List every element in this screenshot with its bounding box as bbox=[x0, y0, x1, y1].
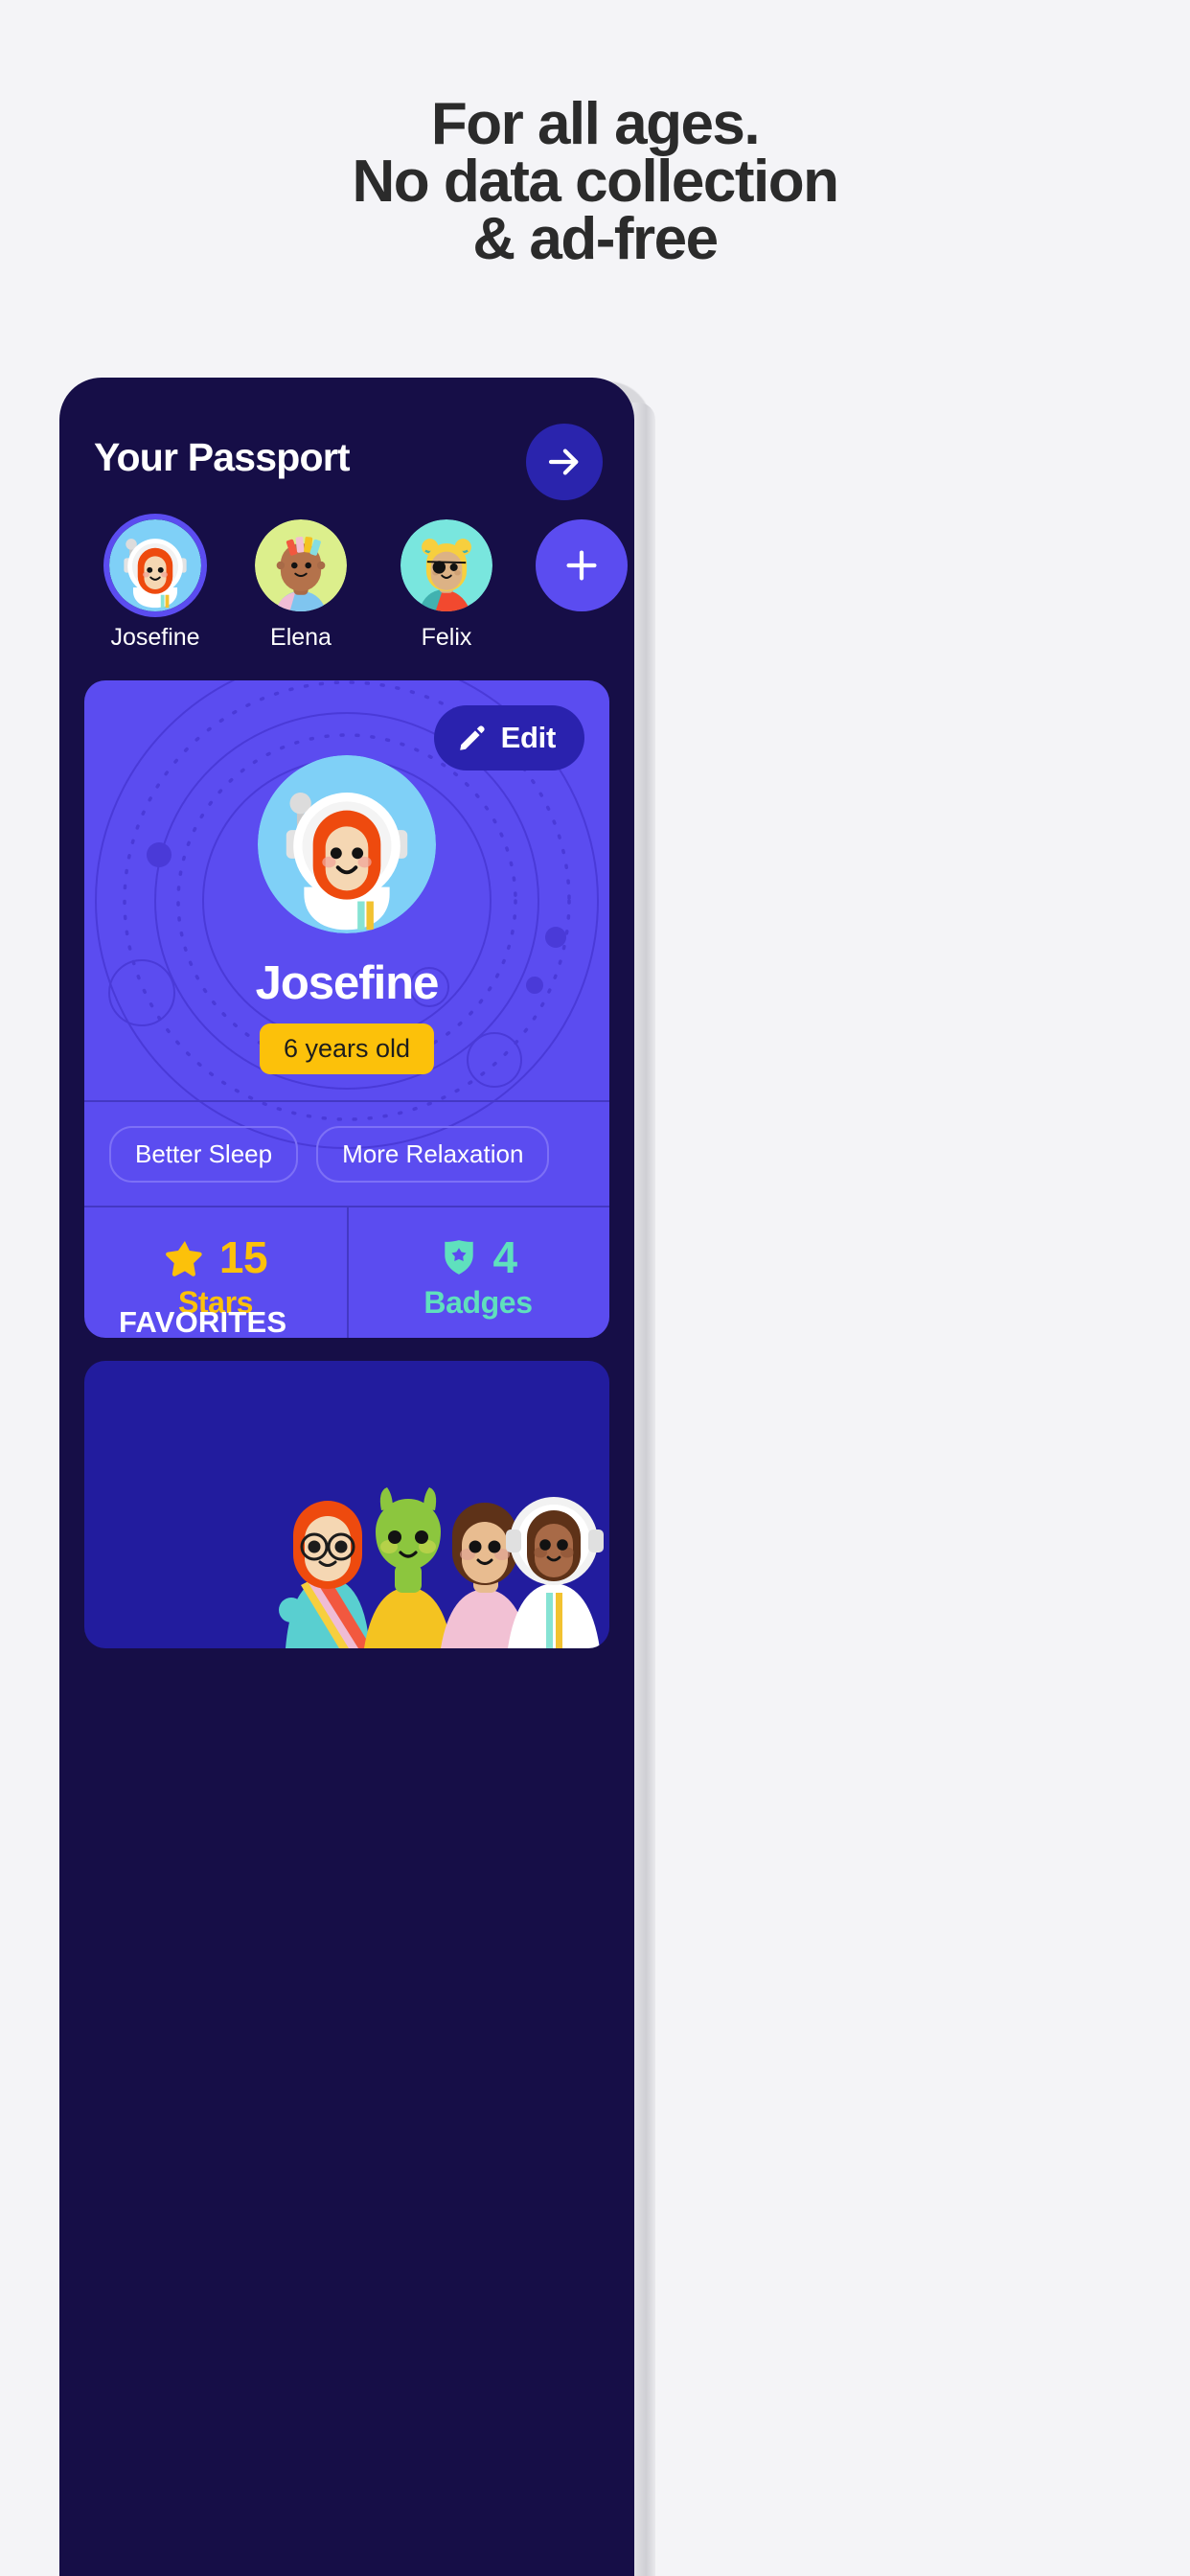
profile-card: Edit Josefine 6 years old Better Sleep M… bbox=[84, 680, 609, 1338]
group-of-characters-illustration bbox=[279, 1487, 604, 1648]
headline-line-2: No data collection bbox=[352, 149, 839, 215]
page-title: Your Passport bbox=[94, 435, 351, 479]
badges-count: 4 bbox=[492, 1231, 517, 1282]
phone-side-edge bbox=[632, 402, 655, 2576]
add-profile-button[interactable] bbox=[536, 519, 628, 611]
edit-button-label: Edit bbox=[500, 721, 557, 754]
profile-main-avatar bbox=[258, 755, 436, 933]
profile-name-label: Felix bbox=[421, 624, 472, 651]
profile-item-felix[interactable]: Felix bbox=[375, 519, 518, 652]
rainbow-hair-avatar bbox=[255, 519, 347, 611]
shield-star-icon bbox=[445, 1239, 474, 1275]
profile-name-label: Josefine bbox=[110, 624, 200, 651]
marketing-headline: For all ages. No data collection & ad-fr… bbox=[0, 91, 1190, 272]
headline-line-3: & ad-free bbox=[472, 206, 719, 272]
avatar bbox=[400, 519, 492, 611]
avatar bbox=[255, 519, 347, 611]
star-icon bbox=[166, 1240, 202, 1276]
phone-screen: Your Passport Josefine Elena Felix Edit … bbox=[59, 378, 634, 2576]
profile-switcher: Josefine Elena Felix bbox=[59, 519, 634, 702]
screen-root: For all ages. No data collection & ad-fr… bbox=[0, 0, 1190, 2576]
age-badge: 6 years old bbox=[259, 1024, 435, 1074]
app-header: Your Passport bbox=[59, 412, 634, 527]
badges-label: Badges bbox=[423, 1284, 533, 1320]
astronaut-redhead-avatar bbox=[109, 519, 201, 611]
arrow-right-icon bbox=[548, 448, 579, 475]
tag-more-relaxation[interactable]: More Relaxation bbox=[316, 1125, 550, 1183]
avatar bbox=[109, 519, 201, 611]
stars-count: 15 bbox=[218, 1231, 268, 1282]
profile-name: Josefine bbox=[255, 957, 440, 1009]
stat-badges[interactable]: 4 Badges bbox=[347, 1208, 609, 1338]
tag-better-sleep[interactable]: Better Sleep bbox=[109, 1125, 299, 1183]
profile-name-label: Elena bbox=[270, 624, 332, 651]
headline-line-1: For all ages. bbox=[430, 91, 761, 157]
profile-item-josefine[interactable]: Josefine bbox=[83, 519, 227, 652]
favorites-heading: FAVORITES bbox=[119, 1305, 287, 1338]
goal-tags: Better Sleep More Relaxation bbox=[84, 1102, 609, 1206]
plus-icon bbox=[566, 550, 597, 581]
profile-item-elena[interactable]: Elena bbox=[229, 519, 373, 652]
favorites-card[interactable] bbox=[84, 1361, 609, 1648]
edit-profile-button[interactable]: Edit bbox=[433, 705, 584, 770]
astronaut-redhead-avatar bbox=[258, 755, 436, 933]
pencil-icon bbox=[459, 725, 485, 750]
forward-arrow-button[interactable] bbox=[526, 424, 603, 500]
blonde-sunglasses-avatar bbox=[400, 519, 492, 611]
